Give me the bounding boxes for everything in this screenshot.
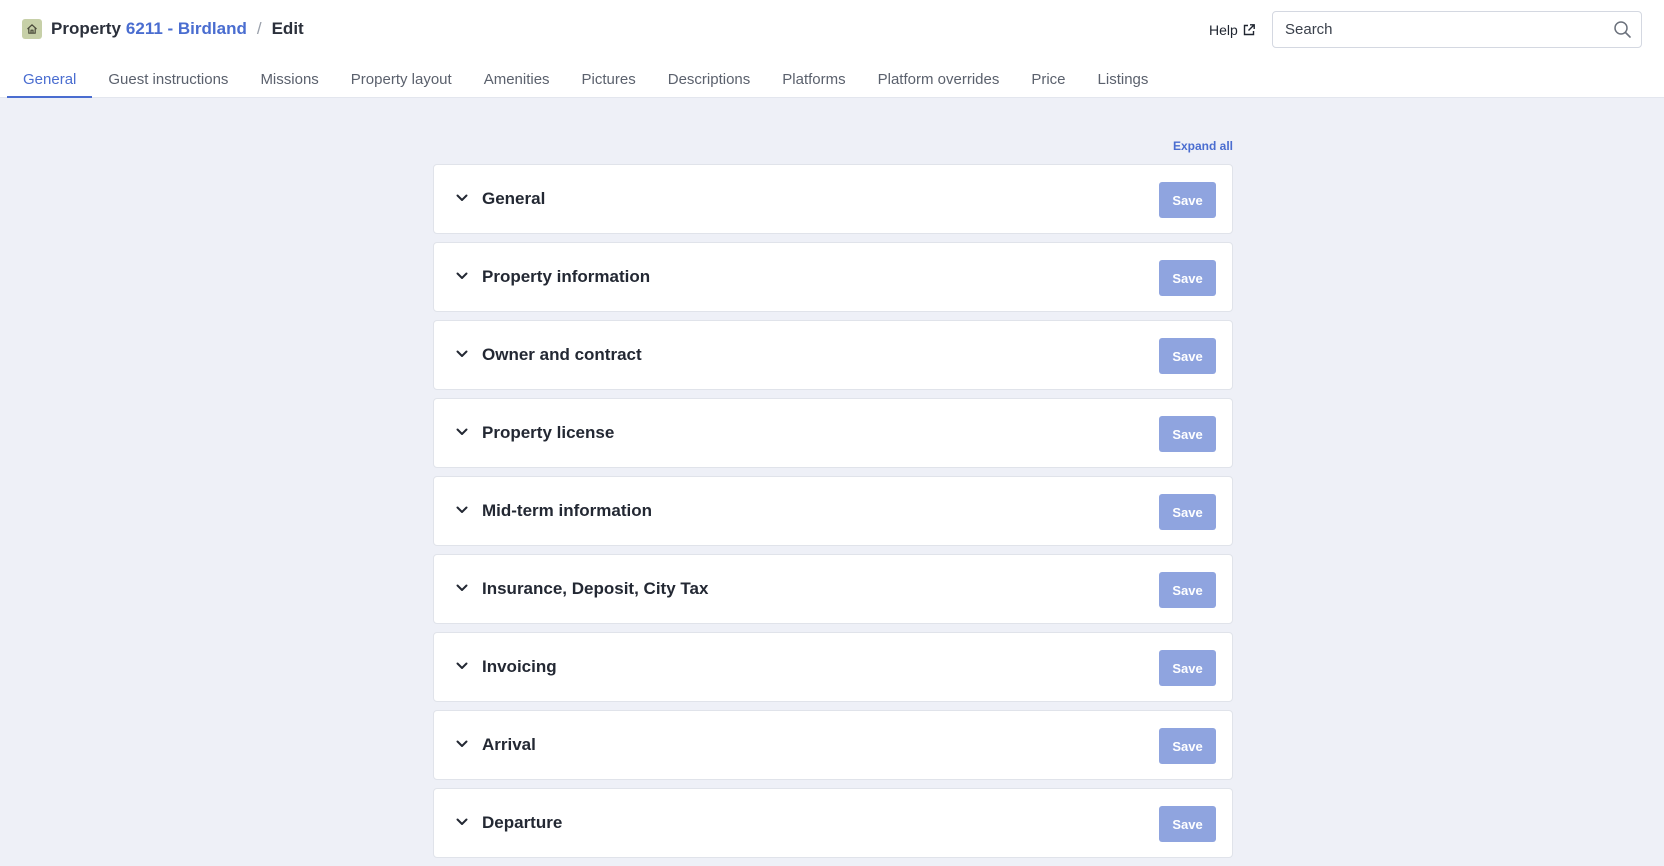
section-departure[interactable]: Departure Save [433, 788, 1233, 858]
section-title: General [482, 189, 546, 208]
section-general[interactable]: General Save [433, 164, 1233, 234]
save-button[interactable]: Save [1159, 572, 1216, 608]
save-button[interactable]: Save [1159, 806, 1216, 842]
tab-missions[interactable]: Missions [244, 64, 334, 98]
search-box [1272, 11, 1642, 48]
section-owner-and-contract[interactable]: Owner and contract Save [433, 320, 1233, 390]
save-button[interactable]: Save [1159, 728, 1216, 764]
tab-bar: General Guest instructions Missions Prop… [7, 64, 1164, 98]
save-button[interactable]: Save [1159, 338, 1216, 374]
chevron-down-icon [456, 584, 468, 591]
external-link-icon [1243, 24, 1255, 36]
tab-platform-overrides[interactable]: Platform overrides [862, 64, 1016, 98]
chevron-down-icon [456, 818, 468, 825]
breadcrumb-label: Property [51, 19, 121, 38]
search-icon[interactable] [1613, 20, 1632, 39]
help-label: Help [1209, 22, 1238, 38]
section-title: Owner and contract [482, 345, 642, 364]
search-input[interactable] [1273, 12, 1603, 47]
section-title: Departure [482, 813, 563, 832]
breadcrumb: Property 6211 - Birdland / Edit [22, 18, 304, 40]
section-title: Property information [482, 267, 651, 286]
breadcrumb-current: Edit [271, 19, 304, 38]
tab-descriptions[interactable]: Descriptions [652, 64, 767, 98]
expand-all-link[interactable]: Expand all [1173, 139, 1233, 153]
section-mid-term-information[interactable]: Mid-term information Save [433, 476, 1233, 546]
section-title: Property license [482, 423, 615, 442]
tab-general[interactable]: General [7, 64, 93, 98]
section-insurance-deposit-city-tax[interactable]: Insurance, Deposit, City Tax Save [433, 554, 1233, 624]
section-arrival[interactable]: Arrival Save [433, 710, 1233, 780]
chevron-down-icon [456, 350, 468, 357]
save-button[interactable]: Save [1159, 182, 1216, 218]
chevron-down-icon [456, 272, 468, 279]
tab-property-layout[interactable]: Property layout [335, 64, 468, 98]
section-title: Arrival [482, 735, 536, 754]
tab-platforms[interactable]: Platforms [766, 64, 861, 98]
chevron-down-icon [456, 428, 468, 435]
section-title: Invoicing [482, 657, 557, 676]
breadcrumb-property-link[interactable]: 6211 - Birdland [126, 19, 247, 39]
save-button[interactable]: Save [1159, 416, 1216, 452]
chevron-down-icon [456, 740, 468, 747]
breadcrumb-separator: / [256, 19, 262, 38]
tab-guest-instructions[interactable]: Guest instructions [92, 64, 244, 98]
home-icon [22, 19, 42, 39]
chevron-down-icon [456, 506, 468, 513]
section-property-information[interactable]: Property information Save [433, 242, 1233, 312]
top-bar: Property 6211 - Birdland / Edit Help Gen… [0, 0, 1664, 98]
chevron-down-icon [456, 194, 468, 201]
help-link[interactable]: Help [1209, 20, 1256, 40]
tab-price[interactable]: Price [1015, 64, 1081, 98]
section-title: Insurance, Deposit, City Tax [482, 579, 709, 598]
section-property-license[interactable]: Property license Save [433, 398, 1233, 468]
save-button[interactable]: Save [1159, 260, 1216, 296]
section-invoicing[interactable]: Invoicing Save [433, 632, 1233, 702]
save-button[interactable]: Save [1159, 494, 1216, 530]
section-list: General Save Property information Save O… [433, 164, 1233, 866]
save-button[interactable]: Save [1159, 650, 1216, 686]
section-title: Mid-term information [482, 501, 652, 520]
tab-pictures[interactable]: Pictures [566, 64, 652, 98]
tab-amenities[interactable]: Amenities [468, 64, 566, 98]
chevron-down-icon [456, 662, 468, 669]
tab-listings[interactable]: Listings [1082, 64, 1165, 98]
